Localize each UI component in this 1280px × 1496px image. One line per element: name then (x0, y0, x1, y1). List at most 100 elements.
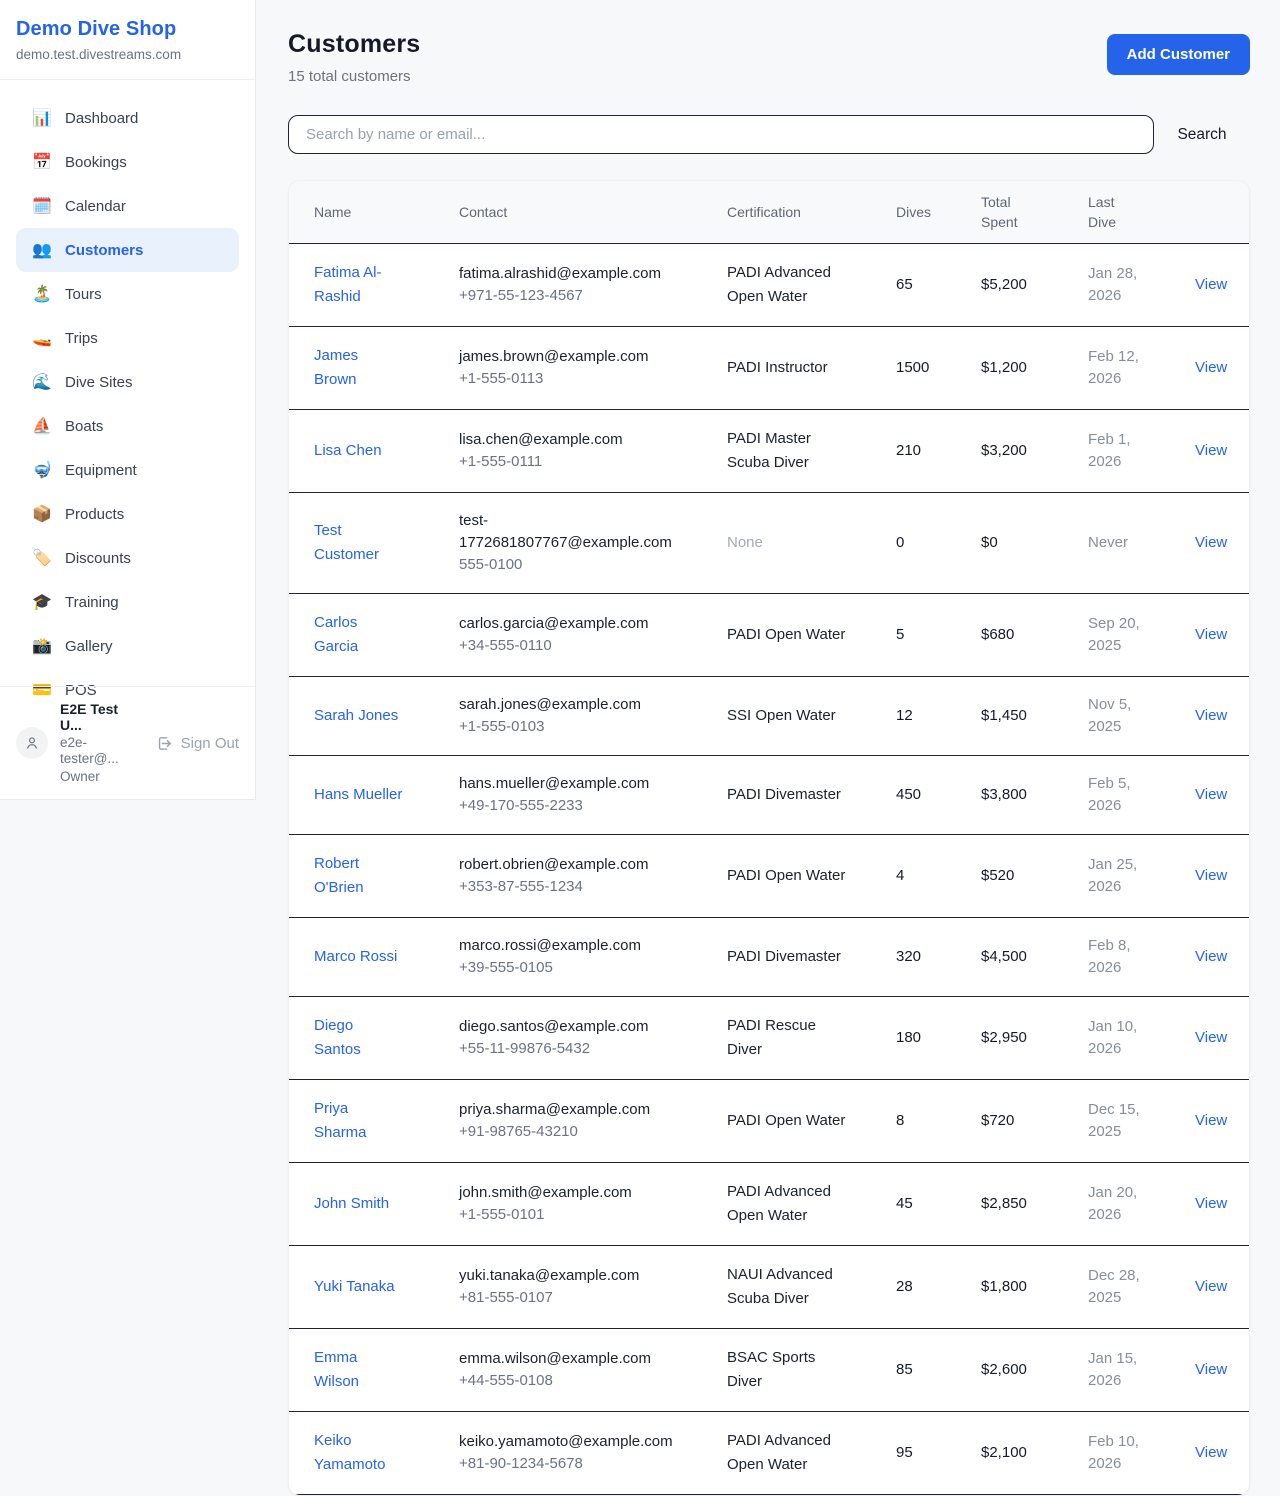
view-link[interactable]: View (1195, 442, 1227, 459)
sidebar-item-equipment[interactable]: 🤿 Equipment (16, 448, 239, 492)
last-dive-date: Dec 28, 2025 (1088, 1265, 1146, 1309)
customer-email: lisa.chen@example.com (459, 429, 674, 451)
dives-count: 450 (896, 755, 981, 834)
customer-email: james.brown@example.com (459, 346, 674, 368)
column-label: Last Dive (1088, 192, 1134, 232)
table-row: Marco Rossi marco.rossi@example.com +39-… (289, 917, 1250, 996)
user-meta: E2E Test U... e2e-tester@... Owner (60, 701, 144, 785)
customer-name-link[interactable]: Priya Sharma (314, 1097, 403, 1145)
bookings-icon: 📅 (32, 152, 52, 172)
calendar-icon: 🗓️ (32, 196, 52, 216)
view-link[interactable]: View (1195, 359, 1227, 376)
sidebar-item-products[interactable]: 📦 Products (16, 492, 239, 536)
customer-name-link[interactable]: Fatima Al-Rashid (314, 261, 403, 309)
customer-name-link[interactable]: Lisa Chen (314, 439, 382, 463)
customer-name-link[interactable]: Robert O'Brien (314, 852, 403, 900)
main-content: Customers 15 total customers Add Custome… (256, 0, 1280, 1496)
customer-name-link[interactable]: Sarah Jones (314, 704, 398, 728)
view-link[interactable]: View (1195, 1029, 1227, 1046)
customer-name-link[interactable]: Test Customer (314, 519, 403, 567)
tours-icon: 🏝️ (32, 284, 52, 304)
table-row: James Brown james.brown@example.com +1-5… (289, 326, 1250, 409)
customer-phone: +1-555-0111 (459, 451, 719, 473)
sidebar-item-dashboard[interactable]: 📊 Dashboard (16, 96, 239, 140)
total-spent: $720 (981, 1079, 1088, 1162)
view-link[interactable]: View (1195, 1195, 1227, 1212)
customer-phone: +1-555-0113 (459, 368, 719, 390)
sidebar-item-bookings[interactable]: 📅 Bookings (16, 140, 239, 184)
view-link[interactable]: View (1195, 1112, 1227, 1129)
customer-name-link[interactable]: Diego Santos (314, 1014, 403, 1062)
training-icon: 🎓 (32, 592, 52, 612)
sidebar-item-trips[interactable]: 🚤 Trips (16, 316, 239, 360)
add-customer-button[interactable]: Add Customer (1107, 34, 1250, 75)
search-input[interactable] (288, 115, 1154, 154)
last-dive-date: Jan 10, 2026 (1088, 1016, 1146, 1060)
table-header-row: NameContactCertificationDivesTotal Spent… (289, 181, 1250, 243)
sign-out-button[interactable]: Sign Out (156, 735, 239, 752)
user-role: Owner (60, 769, 144, 785)
sidebar-item-calendar[interactable]: 🗓️ Calendar (16, 184, 239, 228)
column-header-certification: Certification (727, 181, 896, 243)
sidebar-item-label: Dive Sites (65, 374, 133, 391)
table-row: Sarah Jones sarah.jones@example.com +1-5… (289, 676, 1250, 755)
view-link[interactable]: View (1195, 1278, 1227, 1295)
view-link[interactable]: View (1195, 276, 1227, 293)
shop-name: Demo Dive Shop (16, 18, 239, 41)
customer-email: marco.rossi@example.com (459, 935, 674, 957)
customer-name-link[interactable]: James Brown (314, 344, 403, 392)
view-link[interactable]: View (1195, 534, 1227, 551)
sidebar-item-tours[interactable]: 🏝️ Tours (16, 272, 239, 316)
column-header-actions (1195, 181, 1250, 243)
sidebar-item-label: Trips (65, 330, 98, 347)
sidebar-item-label: Tours (65, 286, 102, 303)
dives-count: 320 (896, 917, 981, 996)
last-dive-date: Never (1088, 532, 1128, 554)
certification-label: SSI Open Water (727, 704, 836, 728)
view-link[interactable]: View (1195, 948, 1227, 965)
customer-email: sarah.jones@example.com (459, 694, 674, 716)
certification-label: PADI Divemaster (727, 945, 841, 969)
sidebar-item-training[interactable]: 🎓 Training (16, 580, 239, 624)
sidebar-item-discounts[interactable]: 🏷️ Discounts (16, 536, 239, 580)
view-link[interactable]: View (1195, 786, 1227, 803)
column-label: Total Spent (981, 192, 1027, 232)
trips-icon: 🚤 (32, 328, 52, 348)
total-spent: $0 (981, 492, 1088, 593)
search-row: Search (288, 115, 1250, 154)
products-icon: 📦 (32, 504, 52, 524)
customer-name-link[interactable]: Marco Rossi (314, 945, 397, 969)
certification-label: None (727, 531, 763, 555)
customer-name-link[interactable]: Carlos Garcia (314, 611, 403, 659)
customer-name-link[interactable]: Yuki Tanaka (314, 1275, 395, 1299)
customer-email: fatima.alrashid@example.com (459, 263, 674, 285)
sidebar-item-gallery[interactable]: 📸 Gallery (16, 624, 239, 668)
view-link[interactable]: View (1195, 867, 1227, 884)
view-link[interactable]: View (1195, 626, 1227, 643)
customer-name-link[interactable]: Keiko Yamamoto (314, 1429, 403, 1477)
sidebar-item-label: Customers (65, 242, 143, 259)
column-header-dives: Dives (896, 181, 981, 243)
sidebar-item-customers[interactable]: 👥 Customers (16, 228, 239, 272)
page-title: Customers (288, 30, 420, 59)
dive-sites-icon: 🌊 (32, 372, 52, 392)
table-row: Hans Mueller hans.mueller@example.com +4… (289, 755, 1250, 834)
certification-label: PADI Divemaster (727, 783, 841, 807)
view-link[interactable]: View (1195, 1444, 1227, 1461)
search-button[interactable]: Search (1154, 126, 1250, 144)
column-header-total-spent: Total Spent (981, 181, 1088, 243)
view-link[interactable]: View (1195, 1361, 1227, 1378)
customer-phone: +81-90-1234-5678 (459, 1453, 719, 1475)
customer-name-link[interactable]: Emma Wilson (314, 1346, 403, 1394)
customer-name-link[interactable]: John Smith (314, 1192, 389, 1216)
customer-name-link[interactable]: Hans Mueller (314, 783, 402, 807)
view-link[interactable]: View (1195, 707, 1227, 724)
table-row: Priya Sharma priya.sharma@example.com +9… (289, 1079, 1250, 1162)
last-dive-date: Jan 28, 2026 (1088, 263, 1146, 307)
sidebar-item-dive-sites[interactable]: 🌊 Dive Sites (16, 360, 239, 404)
sidebar-item-label: Calendar (65, 198, 126, 215)
total-spent: $2,100 (981, 1411, 1088, 1494)
certification-label: PADI Rescue Diver (727, 1014, 849, 1062)
sidebar-item-boats[interactable]: ⛵ Boats (16, 404, 239, 448)
sidebar-item-label: Equipment (65, 462, 137, 479)
